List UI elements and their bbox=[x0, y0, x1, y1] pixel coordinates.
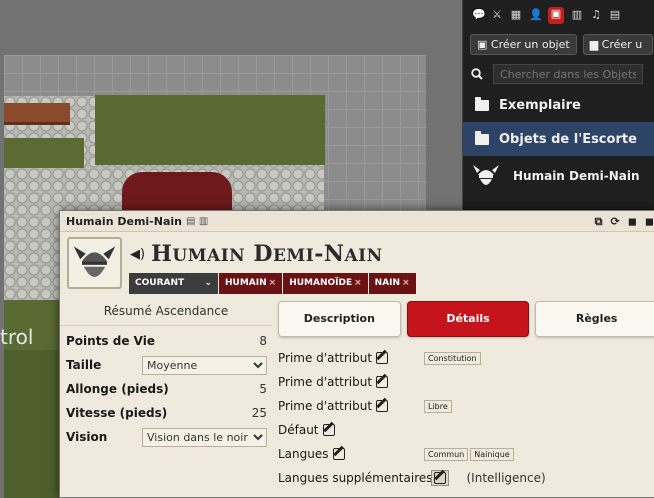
folder-icon bbox=[475, 130, 489, 145]
suitcase-icon: ▣ bbox=[477, 38, 491, 51]
ancestry-summary: Résumé Ascendance Points de Vie 8 Taille… bbox=[60, 296, 272, 449]
canvas-control-label: trol bbox=[0, 325, 34, 349]
folder-icon: ▆ bbox=[589, 38, 602, 51]
folder-exemplaire[interactable]: Exemplaire bbox=[463, 88, 654, 122]
playlists-icon[interactable]: ♫ bbox=[590, 8, 602, 22]
trait-tag[interactable]: NAIN × bbox=[368, 273, 417, 294]
document-id-icon[interactable]: ▤ ▥ bbox=[186, 216, 208, 227]
item-name[interactable]: HUMAIN DEMI-NAIN bbox=[151, 241, 383, 267]
window-title: Humain Demi-Nain bbox=[66, 214, 182, 228]
size-row: Taille Moyenne bbox=[60, 353, 272, 377]
search-input[interactable] bbox=[493, 64, 643, 84]
additional-languages-row: Langues supplémentaires (Intelligence) bbox=[278, 470, 546, 486]
language-chip: Commun bbox=[424, 447, 469, 461]
window-titlebar[interactable]: Humain Demi-Nain ▤ ▥ ⧉ ⟳ ◼ ◼ bbox=[60, 211, 654, 232]
items-icon[interactable]: ▣ bbox=[548, 7, 564, 24]
tab-rules[interactable]: Règles bbox=[535, 301, 654, 337]
size-select[interactable]: Moyenne bbox=[142, 355, 267, 375]
edit-icon[interactable] bbox=[376, 376, 389, 388]
remove-tag-icon[interactable]: × bbox=[402, 278, 410, 288]
sidebar-search bbox=[463, 60, 654, 88]
language-chip: Nainique bbox=[470, 447, 514, 461]
vision-select[interactable]: Vision dans le noir bbox=[142, 427, 267, 447]
combat-icon[interactable]: ⚔ bbox=[491, 8, 503, 22]
edit-icon bbox=[433, 472, 446, 484]
ancestry-item-sheet: Humain Demi-Nain ▤ ▥ ⧉ ⟳ ◼ ◼ ◀) HUMAIN D… bbox=[59, 210, 654, 498]
chat-bubble-icon[interactable]: ◼ bbox=[628, 215, 637, 229]
map-grass bbox=[4, 138, 84, 168]
rarity-select[interactable]: COURANT ⌄ bbox=[129, 273, 219, 294]
speaker-icon[interactable]: ◀) bbox=[130, 247, 145, 262]
map-grass bbox=[95, 95, 325, 165]
reach-row: Allonge (pieds) 5 bbox=[66, 382, 267, 396]
edit-icon[interactable] bbox=[322, 424, 335, 436]
compendium-icon[interactable]: ▤ bbox=[609, 8, 621, 22]
trait-tag[interactable]: HUMAIN × bbox=[219, 273, 284, 294]
tab-description[interactable]: Description bbox=[278, 301, 401, 337]
edit-icon[interactable] bbox=[376, 400, 389, 412]
search-icon bbox=[471, 68, 483, 80]
sidebar-actions: ▣ Créer un objet ▆ Créer u bbox=[463, 30, 654, 60]
actors-icon[interactable]: 👤 bbox=[529, 8, 543, 22]
trait-tags: COURANT ⌄ HUMAIN × HUMANOÏDE × NAIN × bbox=[129, 273, 417, 294]
create-folder-button[interactable]: ▆ Créer u bbox=[582, 34, 653, 55]
journal-icon[interactable]: ▥ bbox=[571, 8, 583, 22]
edit-icon[interactable] bbox=[376, 352, 389, 364]
map-wooden-bench bbox=[4, 103, 70, 125]
refresh-icon[interactable]: ⟳ bbox=[611, 215, 620, 229]
comment-icon[interactable]: ◼ bbox=[645, 215, 654, 229]
trait-tag[interactable]: HUMANOÏDE × bbox=[283, 273, 369, 294]
sheet-header: ◀) HUMAIN DEMI-NAIN COURANT ⌄ HUMAIN × HU… bbox=[60, 232, 654, 295]
create-item-button[interactable]: ▣ Créer un objet bbox=[470, 34, 577, 55]
attribute-boost-row: Prime d'attribut Libre bbox=[278, 394, 654, 418]
chat-icon[interactable]: 💬 bbox=[472, 8, 486, 22]
scenes-icon[interactable]: ▦ bbox=[510, 8, 522, 22]
tab-details[interactable]: Détails bbox=[406, 301, 530, 337]
dwarf-helmet-icon bbox=[473, 165, 499, 185]
sidebar-tabs: 💬 ⚔ ▦ 👤 ▣ ▥ ♫ ▤ bbox=[463, 0, 654, 30]
boost-chip: Constitution bbox=[424, 351, 481, 365]
attribute-boost-row: Prime d'attribut Constitution bbox=[278, 346, 654, 370]
remove-tag-icon[interactable]: × bbox=[354, 278, 362, 288]
sheet-main: Description Détails Règles Prime d'attri… bbox=[278, 301, 654, 490]
folder-icon bbox=[475, 96, 489, 111]
folder-objets-escorte[interactable]: Objets de l'Escorte bbox=[463, 122, 654, 156]
item-entry-humain-demi-nain[interactable]: Humain Demi-Nain bbox=[463, 156, 654, 196]
boost-chip: Libre bbox=[424, 399, 452, 413]
popout-icon[interactable]: ⧉ bbox=[595, 215, 603, 229]
edit-icon[interactable] bbox=[332, 448, 345, 460]
item-title-row: ◀) HUMAIN DEMI-NAIN bbox=[130, 241, 383, 267]
vision-row: Vision Vision dans le noir bbox=[60, 425, 272, 449]
attribute-boost-row: Prime d'attribut bbox=[278, 370, 654, 394]
flaw-row: Défaut bbox=[278, 418, 654, 442]
sheet-tabs: Description Détails Règles bbox=[278, 301, 654, 339]
remove-tag-icon[interactable]: × bbox=[269, 278, 277, 288]
item-portrait[interactable] bbox=[67, 237, 122, 289]
hit-points-row: Points de Vie 8 bbox=[66, 334, 267, 348]
map-grass bbox=[4, 350, 64, 498]
languages-row: Langues Commun Nainique bbox=[278, 442, 654, 466]
edit-button[interactable] bbox=[430, 470, 449, 486]
speed-row: Vitesse (pieds) 25 bbox=[66, 406, 267, 420]
window-controls: ⧉ ⟳ ◼ ◼ bbox=[595, 215, 654, 229]
chevron-down-icon: ⌄ bbox=[204, 278, 212, 288]
summary-title: Résumé Ascendance bbox=[60, 296, 272, 326]
